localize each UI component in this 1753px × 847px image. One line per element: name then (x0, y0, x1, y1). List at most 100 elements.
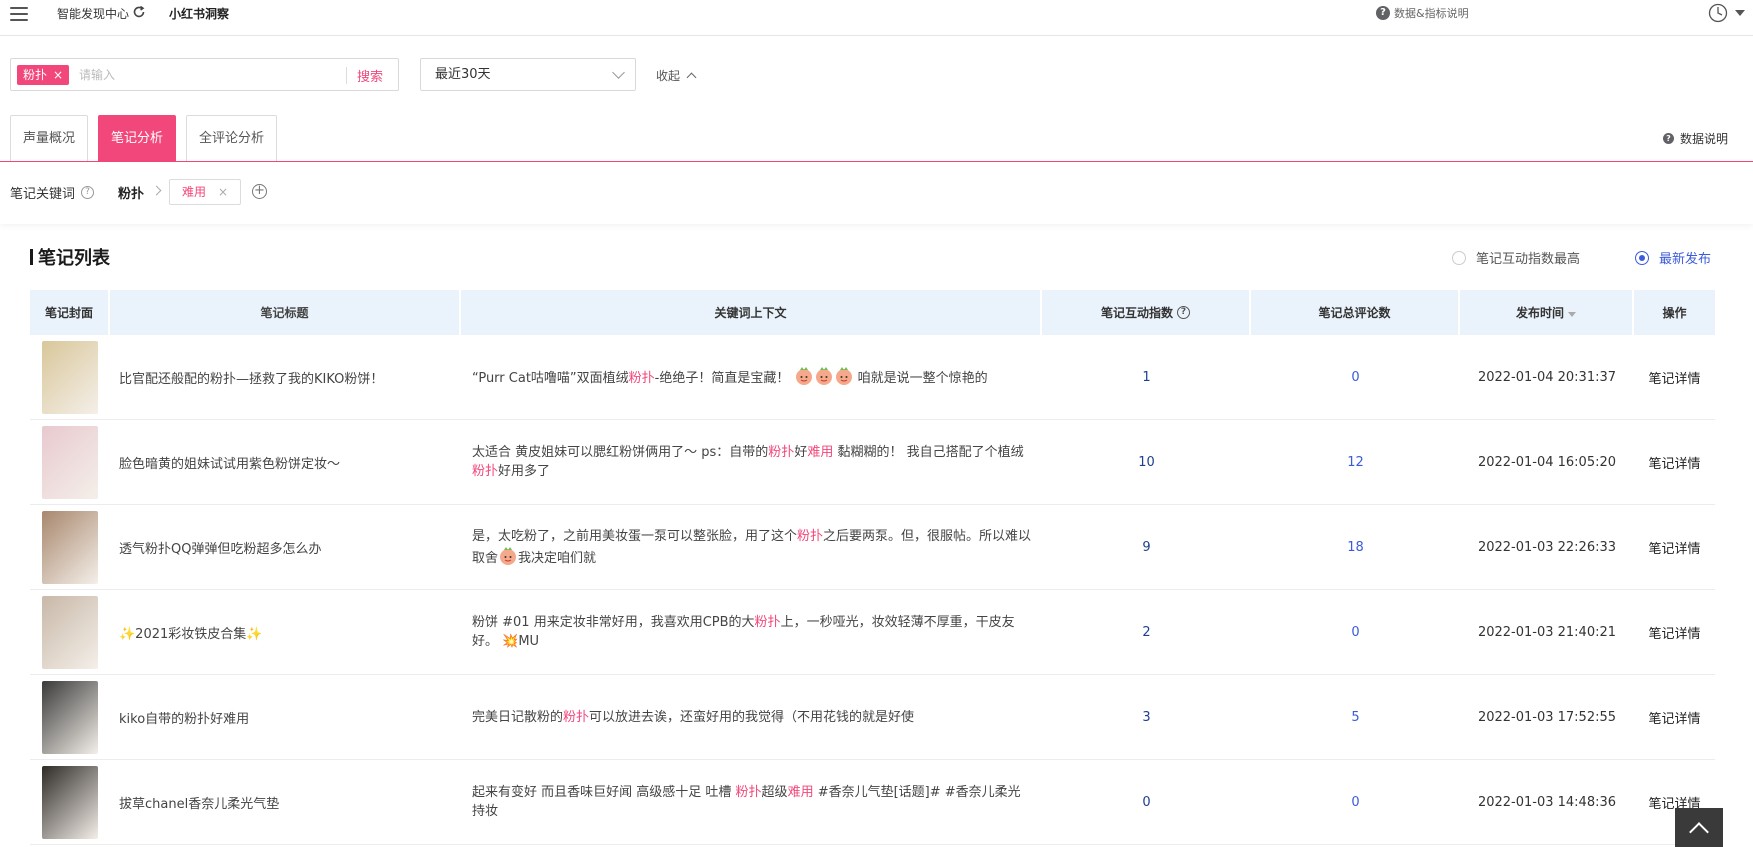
note-cover-image[interactable] (42, 510, 98, 584)
context-text: 超级 (761, 785, 788, 800)
cell-cover (30, 675, 110, 759)
note-detail-link[interactable]: 笔记详情 (1648, 538, 1700, 557)
sort-option-top-interaction[interactable]: 笔记互动指数最高 (1452, 248, 1580, 267)
keyword-highlight: 难用 (807, 445, 834, 460)
radio-selected-icon[interactable] (1635, 250, 1649, 265)
tab-volume-overview[interactable]: 声量概况 (10, 115, 89, 162)
comment-count[interactable]: 12 (1347, 455, 1364, 470)
cell-publish-time: 2022-01-03 21:40:21 (1460, 590, 1634, 674)
date-range-value: 最近30天 (435, 67, 491, 82)
comment-count[interactable]: 0 (1351, 370, 1359, 385)
question-icon: ? (1663, 133, 1674, 144)
table-row: 拔草chanel香奈儿柔光气垫 起来有变好 而且香味巨好闻 高级感十足 吐槽 粉扑… (30, 760, 1715, 845)
publish-time: 2022-01-03 21:40:21 (1477, 624, 1617, 640)
context-text: “Purr Cat咕噜喵”双面植绒 (472, 371, 629, 386)
sort-option-latest[interactable]: 最新发布 (1635, 248, 1711, 267)
search-button[interactable]: 搜索 (357, 66, 383, 85)
add-keyword-icon[interactable]: + (252, 184, 267, 199)
cell-context: 完美日记散粉的粉扑可以放进去诶，还蛮好用的我觉得（不用花钱的就是好使 (461, 675, 1042, 759)
keyword-context: 完美日记散粉的粉扑可以放进去诶，还蛮好用的我觉得（不用花钱的就是好使 (472, 708, 914, 727)
context-text: 可以放进去诶，还蛮好用的我觉得（不用花钱的就是好使 (589, 709, 915, 725)
note-detail-link[interactable]: 笔记详情 (1648, 453, 1700, 472)
interaction-index: 2 (1142, 624, 1151, 640)
cell-cover (30, 590, 110, 674)
sub-title[interactable]: 小红书洞察 (169, 5, 229, 22)
data-description-link[interactable]: ? 数据说明 (1663, 130, 1728, 147)
cell-comments: 0 (1251, 335, 1460, 419)
keyword-root[interactable]: 粉扑 (118, 183, 144, 202)
note-cover-image[interactable] (42, 425, 98, 499)
note-title[interactable]: 透气粉扑QQ弹弹但吃粉超多怎么办 (119, 538, 321, 557)
sort-caret-icon[interactable] (1568, 311, 1576, 317)
keyword-context: “Purr Cat咕噜喵”双面植绒粉扑-绝绝子！简直是宝藏！ 咱就是说一整个惊艳… (472, 366, 988, 388)
search-input[interactable] (79, 64, 339, 86)
cell-publish-time: 2022-01-03 14:48:36 (1460, 760, 1634, 844)
context-text: 粉饼 #01 用来定妆非常好用，我喜欢用CPB的大 (472, 615, 755, 630)
note-detail-link[interactable]: 笔记详情 (1648, 368, 1700, 387)
tab-comment-analysis[interactable]: 全评论分析 (186, 115, 278, 162)
back-to-top-button[interactable] (1675, 808, 1723, 847)
cell-context: “Purr Cat咕噜喵”双面植绒粉扑-绝绝子！简直是宝藏！ 咱就是说一整个惊艳… (461, 335, 1042, 419)
cell-title[interactable]: 比官配还般配的粉扑—拯救了我的KIKO粉饼！ (110, 335, 461, 419)
cell-title[interactable]: 脸色暗黄的姐妹试试用紫色粉饼定妆～ (110, 420, 461, 504)
publish-time: 2022-01-03 14:48:36 (1477, 794, 1617, 810)
note-cover-image[interactable] (42, 595, 98, 669)
column-header-action: 操作 (1662, 306, 1687, 320)
keyword-highlight: 粉扑 (768, 445, 795, 460)
account-dropdown-icon[interactable] (1735, 10, 1745, 16)
context-text: 是，太吃粉了，之前用美妆蛋一泵可以整张脸，用了这个 (472, 528, 798, 544)
note-cover-image[interactable] (42, 340, 98, 414)
publish-time: 2022-01-03 17:52:55 (1477, 709, 1617, 725)
cell-cover (30, 420, 110, 504)
note-title[interactable]: ✨2021彩妆铁皮合集✨ (119, 623, 262, 642)
note-title[interactable]: kiko自带的粉扑好难用 (119, 708, 249, 727)
question-icon[interactable]: ? (1177, 306, 1190, 319)
comment-count[interactable]: 0 (1351, 795, 1359, 810)
close-icon[interactable]: × (218, 180, 228, 204)
note-title[interactable]: 拔草chanel香奈儿柔光气垫 (119, 793, 279, 812)
cell-title[interactable]: kiko自带的粉扑好难用 (110, 675, 461, 759)
keyword-filter-row: 笔记关键词 ? 粉扑 难用 × + (0, 162, 1753, 224)
top-bar: 智能发现中心 小红书洞察 ? 数据&指标说明 (0, 0, 1753, 36)
chevron-down-icon (612, 66, 625, 79)
comment-count[interactable]: 0 (1351, 625, 1359, 640)
note-cover-image[interactable] (42, 680, 98, 754)
note-cover-image[interactable] (42, 765, 98, 839)
cell-comments: 5 (1251, 675, 1460, 759)
chevron-right-icon (151, 185, 162, 196)
note-title[interactable]: 比官配还般配的粉扑—拯救了我的KIKO粉饼！ (119, 368, 383, 387)
collapse-toggle[interactable]: 收起 (656, 67, 697, 84)
cell-context: 粉饼 #01 用来定妆非常好用，我喜欢用CPB的大粉扑上，一秒哑光，妆效轻薄不厚… (461, 590, 1042, 674)
radio-icon[interactable] (1452, 250, 1466, 265)
menu-icon[interactable] (10, 7, 28, 21)
data-metrics-help[interactable]: ? 数据&指标说明 (1376, 5, 1469, 21)
context-text: 黏糊糊的！ 我自己搭配了个植绒 (833, 445, 1024, 460)
note-keyword-label-text: 笔记关键词 (10, 187, 76, 202)
cell-action: 笔记详情 (1634, 590, 1715, 674)
keyword-chip[interactable]: 难用 × (169, 179, 241, 205)
interaction-index: 10 (1138, 454, 1155, 470)
note-title[interactable]: 脸色暗黄的姐妹试试用紫色粉饼定妆～ (119, 453, 340, 472)
context-text: 完美日记散粉的 (472, 709, 564, 725)
date-range-select[interactable]: 最近30天 (420, 58, 636, 91)
avatar[interactable] (1708, 3, 1728, 23)
remove-tag-icon[interactable]: × (53, 65, 63, 85)
app-title[interactable]: 智能发现中心 (57, 5, 129, 22)
note-detail-link[interactable]: 笔记详情 (1648, 623, 1700, 642)
cell-context: 太适合 黄皮姐妹可以腮红粉饼俩用了～ ps：自带的粉扑好难用 黏糊糊的！ 我自己… (461, 420, 1042, 504)
comment-count[interactable]: 5 (1351, 710, 1359, 725)
tab-note-analysis[interactable]: 笔记分析 (98, 115, 177, 162)
column-header-publish-time[interactable]: 发布时间 (1460, 290, 1634, 335)
keyword-context: 粉饼 #01 用来定妆非常好用，我喜欢用CPB的大粉扑上，一秒哑光，妆效轻薄不厚… (472, 613, 1032, 651)
cell-title[interactable]: 拔草chanel香奈儿柔光气垫 (110, 760, 461, 844)
cell-title[interactable]: ✨2021彩妆铁皮合集✨ (110, 590, 461, 674)
comment-count[interactable]: 18 (1347, 540, 1364, 555)
refresh-icon[interactable] (132, 5, 146, 19)
publish-time: 2022-01-03 22:26:33 (1477, 539, 1617, 555)
emoji-icon (795, 367, 812, 385)
context-text: -绝绝子！简直是宝藏！ (654, 371, 794, 386)
note-detail-link[interactable]: 笔记详情 (1648, 708, 1700, 727)
question-icon[interactable]: ? (81, 186, 95, 199)
cell-title[interactable]: 透气粉扑QQ弹弹但吃粉超多怎么办 (110, 505, 461, 589)
sort-option-label: 最新发布 (1659, 252, 1712, 267)
